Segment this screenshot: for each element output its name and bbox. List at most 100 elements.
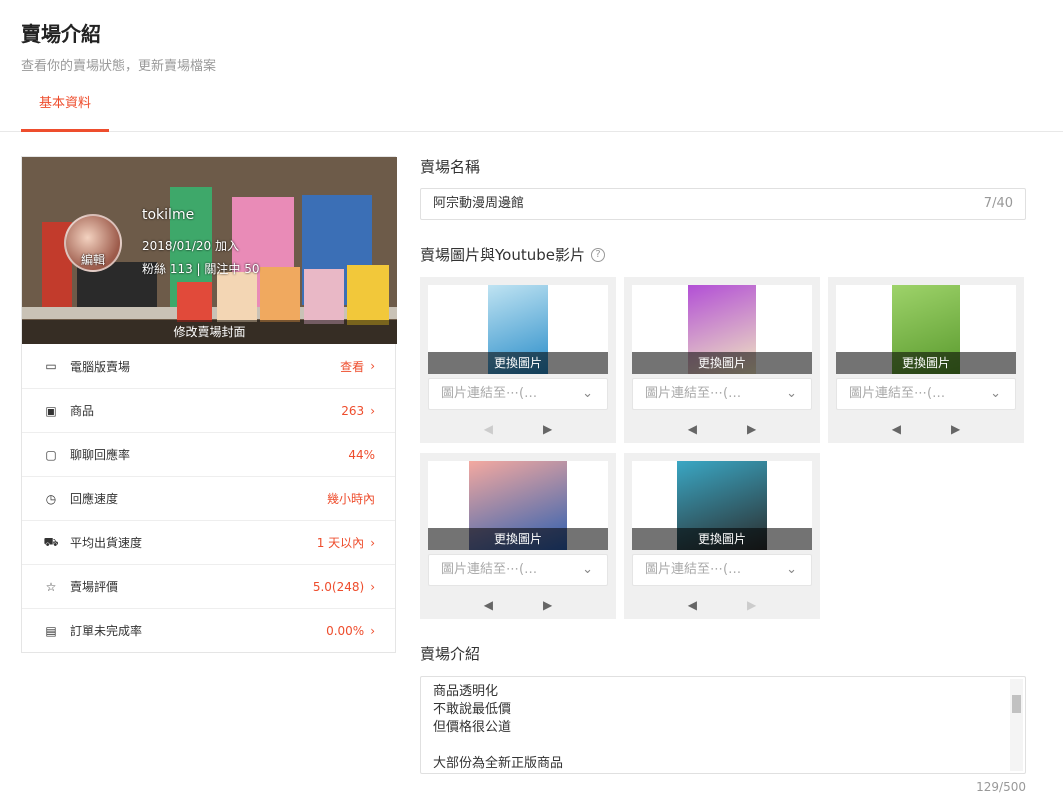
stat-value[interactable]: 0.00% xyxy=(326,624,364,638)
stat-row[interactable]: ▤ 訂單未完成率 0.00% › xyxy=(22,608,395,652)
stat-label: 商品 xyxy=(70,404,95,418)
intro-line xyxy=(433,737,1001,755)
shop-image-card: 更換圖片 圖片連結至⋯(… ⌄ ◀ ▶ xyxy=(624,277,820,443)
intro-scrollbar-thumb[interactable] xyxy=(1012,695,1021,713)
shop-intro-textarea[interactable]: 商品透明化不敢說最低價 但價格很公道大部份為全新正版商品 xyxy=(420,676,1026,774)
image-link-select[interactable]: 圖片連結至⋯(… ⌄ xyxy=(632,554,812,586)
image-order-arrows: ◀ ▶ xyxy=(420,598,616,612)
image-link-placeholder: 圖片連結至⋯(… xyxy=(645,562,742,577)
intro-line: 不敢說最低價 xyxy=(433,702,512,717)
change-image-button[interactable]: 更換圖片 xyxy=(632,352,812,374)
chat-icon: ▢ xyxy=(45,447,57,462)
shop-image-card: 更換圖片 圖片連結至⋯(… ⌄ ◀ ▶ xyxy=(420,277,616,443)
shop-join-date: 2018/01/20 加入 xyxy=(142,239,239,253)
move-left-icon[interactable]: ◀ xyxy=(688,422,697,436)
change-image-button[interactable]: 更換圖片 xyxy=(428,352,608,374)
stat-row: ▢ 聊聊回應率 44% xyxy=(22,432,395,476)
shop-images-label-row: 賣場圖片與Youtube影片 ? xyxy=(420,244,1026,265)
chevron-right-icon[interactable]: › xyxy=(370,359,375,373)
image-link-select[interactable]: 圖片連結至⋯(… ⌄ xyxy=(428,554,608,586)
change-image-button[interactable]: 更換圖片 xyxy=(428,528,608,550)
shop-image-card: 更換圖片 圖片連結至⋯(… ⌄ ◀ ▶ xyxy=(828,277,1024,443)
image-link-select[interactable]: 圖片連結至⋯(… ⌄ xyxy=(428,378,608,410)
image-order-arrows: ◀ ▶ xyxy=(624,422,820,436)
shop-images-label: 賣場圖片與Youtube影片 xyxy=(420,246,585,264)
tab-basic-info[interactable]: 基本資料 xyxy=(21,86,109,132)
stat-value[interactable]: 1 天以內 xyxy=(317,534,364,551)
clock-icon: ◷ xyxy=(45,491,57,506)
shop-image-preview: 更換圖片 xyxy=(632,285,812,374)
shop-cover: 編輯 tokilme 2018/01/20 加入 粉絲 113 | 關注中 50… xyxy=(22,157,397,344)
stat-value[interactable]: 263 xyxy=(341,404,364,418)
chevron-right-icon[interactable]: › xyxy=(370,536,375,550)
move-right-icon[interactable]: ▶ xyxy=(543,598,552,612)
move-right-icon[interactable]: ▶ xyxy=(543,422,552,436)
image-link-placeholder: 圖片連結至⋯(… xyxy=(441,386,538,401)
shop-follow-stats: 粉絲 113 | 關注中 50 xyxy=(142,262,260,276)
image-order-arrows: ◀ ▶ xyxy=(420,422,616,436)
intro-scrollbar[interactable] xyxy=(1010,679,1023,771)
page-subtitle: 查看你的賣場狀態，更新賣場檔案 xyxy=(21,59,217,74)
move-left-icon[interactable]: ◀ xyxy=(484,598,493,612)
intro-line: 大部份為全新正版商品 xyxy=(433,756,564,771)
move-right-icon[interactable]: ▶ xyxy=(747,598,756,612)
change-image-button[interactable]: 更換圖片 xyxy=(632,528,812,550)
intro-line: 但價格很公道 xyxy=(433,720,512,735)
desktop-icon: ▭ xyxy=(45,359,57,373)
edit-cover-button[interactable]: 修改賣場封面 xyxy=(22,320,397,344)
stat-value[interactable]: 查看 xyxy=(340,358,364,375)
chevron-right-icon[interactable]: › xyxy=(370,624,375,638)
image-order-arrows: ◀ ▶ xyxy=(828,422,1024,436)
chevron-down-icon: ⌄ xyxy=(786,562,797,577)
shop-image-preview: 更換圖片 xyxy=(632,461,812,550)
image-link-placeholder: 圖片連結至⋯(… xyxy=(441,562,538,577)
shop-username: tokilme xyxy=(142,207,195,223)
stat-label: 平均出貨速度 xyxy=(70,536,143,550)
shop-form: 賣場名稱 阿宗動漫周邊館 7/40 賣場圖片與Youtube影片 ? 更換圖片圖… xyxy=(420,156,1026,794)
shop-image-grid: 更換圖片 圖片連結至⋯(… ⌄ ◀ ▶ 更換圖片 圖片連結至⋯(… ⌄ ◀ ▶ 更換圖片 圖片連結至⋯… xyxy=(420,277,1026,619)
image-link-select[interactable]: 圖片連結至⋯(… ⌄ xyxy=(632,378,812,410)
shop-name-input[interactable]: 阿宗動漫周邊館 7/40 xyxy=(420,188,1026,220)
shop-image-card: 更換圖片 圖片連結至⋯(… ⌄ ◀ ▶ xyxy=(420,453,616,619)
move-right-icon[interactable]: ▶ xyxy=(951,422,960,436)
change-image-button[interactable]: 更換圖片 xyxy=(836,352,1016,374)
image-link-placeholder: 圖片連結至⋯(… xyxy=(645,386,742,401)
stat-label: 電腦版賣場 xyxy=(70,359,131,374)
star-icon: ☆ xyxy=(45,579,57,594)
help-icon[interactable]: ? xyxy=(591,247,605,262)
shop-image-card: 更換圖片圖片連結至⋯(… ⌄ ◀ ▶ xyxy=(624,453,820,619)
chevron-down-icon: ⌄ xyxy=(990,386,1001,401)
stat-label: 回應速度 xyxy=(70,492,119,506)
stat-label: 訂單未完成率 xyxy=(70,624,143,638)
chevron-down-icon: ⌄ xyxy=(786,386,797,401)
page-title: 賣場介紹 xyxy=(21,22,101,46)
stat-row[interactable]: ☆ 賣場評價 5.0(248) › xyxy=(22,564,395,608)
shop-intro-text: 商品透明化不敢說最低價 但價格很公道大部份為全新正版商品 xyxy=(433,683,1001,773)
stat-value[interactable]: 5.0(248) xyxy=(313,580,364,594)
move-right-icon[interactable]: ▶ xyxy=(747,422,756,436)
image-link-placeholder: 圖片連結至⋯(… xyxy=(849,386,946,401)
intro-line: 商品透明化 xyxy=(433,684,499,699)
move-left-icon[interactable]: ◀ xyxy=(484,422,493,436)
stat-row[interactable]: ▣ 商品 263 › xyxy=(22,388,395,432)
stat-value: 44% xyxy=(348,447,375,462)
shop-intro-label: 賣場介紹 xyxy=(420,645,481,663)
chevron-down-icon: ⌄ xyxy=(582,562,593,577)
stat-row: ◷ 回應速度 幾小時內 xyxy=(22,476,395,520)
shop-stats-list: ▭ 電腦版賣場 查看 › ▣ 商品 263 › ▢ 聊聊回應率 44% ◷ 回應速度 幾小時內 ⛟ 平均出貨速… xyxy=(22,344,395,652)
image-link-select[interactable]: 圖片連結至⋯(… ⌄ xyxy=(836,378,1016,410)
shop-name-count: 7/40 xyxy=(983,196,1013,211)
stat-row[interactable]: ⛟ 平均出貨速度 1 天以內 › xyxy=(22,520,395,564)
move-left-icon[interactable]: ◀ xyxy=(688,598,697,612)
shop-image-preview: 更換圖片 xyxy=(428,461,608,550)
truck-icon: ⛟ xyxy=(43,534,59,549)
shop-name-label: 賣場名稱 xyxy=(420,158,481,176)
chevron-down-icon: ⌄ xyxy=(582,386,593,401)
chevron-right-icon[interactable]: › xyxy=(370,404,375,418)
shop-summary-panel: 編輯 tokilme 2018/01/20 加入 粉絲 113 | 關注中 50… xyxy=(21,156,397,653)
move-left-icon[interactable]: ◀ xyxy=(892,422,901,436)
stat-row[interactable]: ▭ 電腦版賣場 查看 › xyxy=(22,344,395,388)
shop-image-preview: 更換圖片 xyxy=(428,285,608,374)
avatar-edit-label[interactable]: 編輯 xyxy=(64,251,122,268)
chevron-right-icon[interactable]: › xyxy=(370,580,375,594)
